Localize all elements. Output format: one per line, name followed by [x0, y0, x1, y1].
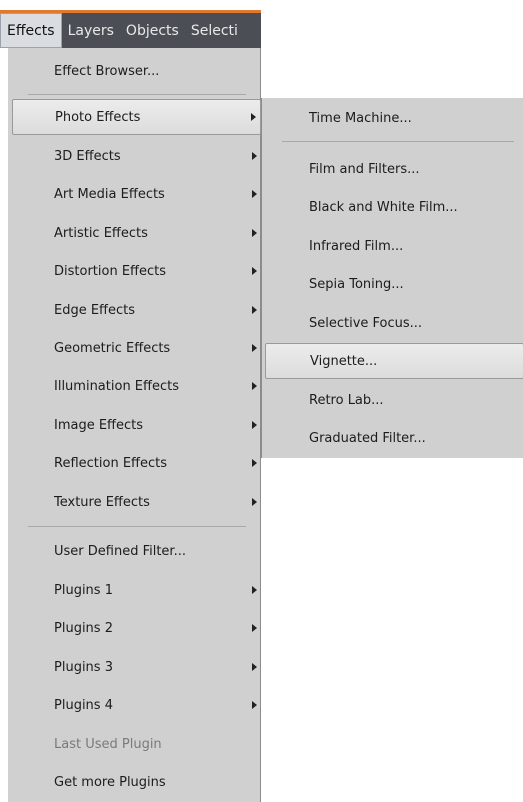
submenu-arrow-icon — [252, 624, 257, 632]
submenu-item-label: Film and Filters... — [309, 161, 420, 177]
menu-item-label: Distortion Effects — [54, 263, 167, 279]
submenu-item-label: Selective Focus... — [309, 315, 423, 331]
menu-item-label: Plugins 2 — [54, 620, 113, 636]
menu-item-distortion-effects[interactable]: Distortion Effects — [8, 253, 261, 289]
menu-item-label: Plugins 3 — [54, 659, 113, 675]
menu-item-geometric-effects[interactable]: Geometric Effects — [8, 330, 261, 366]
menu-separator — [28, 526, 246, 527]
submenu-arrow-icon — [252, 701, 257, 709]
submenu-item-label: Retro Lab... — [309, 392, 384, 408]
effects-menu: Effect Browser... Photo Effects 3D Effec… — [8, 48, 261, 802]
menu-item-label: Geometric Effects — [54, 340, 171, 356]
menu-effects[interactable]: Effects — [0, 13, 62, 48]
menu-item-label: Artistic Effects — [54, 225, 148, 241]
submenu-item-film-and-filters[interactable]: Film and Filters... — [262, 151, 523, 187]
menu-item-label: Illumination Effects — [54, 378, 179, 394]
menu-item-photo-effects[interactable]: Photo Effects — [12, 99, 261, 135]
submenu-arrow-icon — [252, 190, 257, 198]
menu-item-label: Photo Effects — [55, 109, 141, 125]
menu-item-art-media-effects[interactable]: Art Media Effects — [8, 176, 261, 212]
menu-item-plugins-1[interactable]: Plugins 1 — [8, 572, 261, 608]
submenu-arrow-icon — [252, 498, 257, 506]
submenu-arrow-icon — [252, 306, 257, 314]
menu-item-3d-effects[interactable]: 3D Effects — [8, 138, 261, 174]
menu-item-image-effects[interactable]: Image Effects — [8, 407, 261, 443]
menu-selections[interactable]: Selecti — [185, 13, 244, 48]
menu-item-edge-effects[interactable]: Edge Effects — [8, 292, 261, 328]
menu-item-label: User Defined Filter... — [54, 543, 186, 559]
submenu-arrow-icon — [251, 113, 256, 121]
menu-item-plugins-4[interactable]: Plugins 4 — [8, 687, 261, 723]
submenu-item-graduated-filter[interactable]: Graduated Filter... — [262, 420, 523, 456]
submenu-arrow-icon — [252, 421, 257, 429]
menu-bar: Effects Layers Objects Selecti — [0, 10, 261, 48]
menu-item-label: Effect Browser... — [54, 63, 160, 79]
menu-item-label: Image Effects — [54, 417, 144, 433]
menu-item-label: Texture Effects — [54, 494, 150, 510]
submenu-arrow-icon — [252, 229, 257, 237]
submenu-item-sepia-toning[interactable]: Sepia Toning... — [262, 266, 523, 302]
submenu-arrow-icon — [252, 459, 257, 467]
menu-item-last-used-plugin: Last Used Plugin — [8, 726, 261, 762]
submenu-item-black-and-white-film[interactable]: Black and White Film... — [262, 189, 523, 225]
submenu-arrow-icon — [252, 344, 257, 352]
menu-item-illumination-effects[interactable]: Illumination Effects — [8, 368, 261, 404]
menu-item-plugins-2[interactable]: Plugins 2 — [8, 610, 261, 646]
submenu-item-label: Vignette... — [310, 353, 378, 369]
submenu-item-infrared-film[interactable]: Infrared Film... — [262, 228, 523, 264]
menu-item-label: Art Media Effects — [54, 186, 165, 202]
menu-item-label: 3D Effects — [54, 148, 121, 164]
submenu-item-label: Graduated Filter... — [309, 430, 426, 446]
menu-objects[interactable]: Objects — [120, 13, 185, 48]
submenu-arrow-icon — [252, 382, 257, 390]
menu-item-get-more-plugins[interactable]: Get more Plugins — [8, 764, 261, 800]
menu-separator — [28, 94, 246, 95]
menu-layers[interactable]: Layers — [62, 13, 120, 48]
menu-item-effect-browser[interactable]: Effect Browser... — [8, 53, 261, 89]
submenu-item-retro-lab[interactable]: Retro Lab... — [262, 382, 523, 418]
submenu-item-label: Time Machine... — [309, 110, 412, 126]
menu-item-plugins-3[interactable]: Plugins 3 — [8, 649, 261, 685]
menu-item-artistic-effects[interactable]: Artistic Effects — [8, 215, 261, 251]
submenu-item-vignette[interactable]: Vignette... — [265, 343, 523, 379]
submenu-item-label: Sepia Toning... — [309, 276, 404, 292]
menu-item-label: Plugins 1 — [54, 582, 113, 598]
menu-item-label: Plugins 4 — [54, 697, 113, 713]
menu-item-label: Get more Plugins — [54, 774, 166, 790]
submenu-item-selective-focus[interactable]: Selective Focus... — [262, 305, 523, 341]
submenu-item-time-machine[interactable]: Time Machine... — [262, 100, 523, 136]
submenu-item-label: Infrared Film... — [309, 238, 404, 254]
submenu-arrow-icon — [252, 152, 257, 160]
menu-item-label: Reflection Effects — [54, 455, 168, 471]
submenu-arrow-icon — [252, 663, 257, 671]
submenu-arrow-icon — [252, 586, 257, 594]
menu-item-user-defined-filter[interactable]: User Defined Filter... — [8, 533, 261, 569]
submenu-separator — [282, 141, 514, 142]
menu-item-label: Edge Effects — [54, 302, 136, 318]
menu-item-reflection-effects[interactable]: Reflection Effects — [8, 445, 261, 481]
submenu-item-label: Black and White Film... — [309, 199, 458, 215]
photo-effects-submenu: Time Machine... Film and Filters... Blac… — [261, 98, 523, 458]
menu-item-label: Last Used Plugin — [54, 736, 162, 752]
submenu-arrow-icon — [252, 267, 257, 275]
menu-item-texture-effects[interactable]: Texture Effects — [8, 484, 261, 520]
